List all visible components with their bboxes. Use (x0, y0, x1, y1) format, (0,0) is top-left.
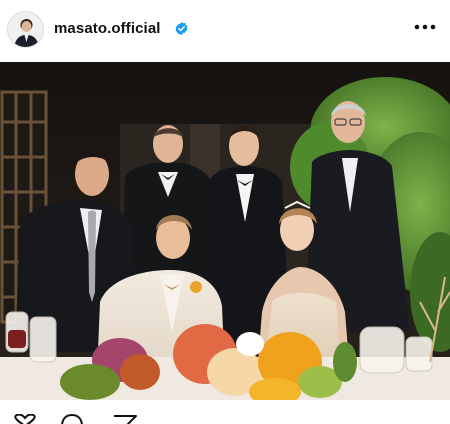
post-image[interactable] (0, 62, 450, 400)
comment-icon[interactable] (60, 414, 84, 424)
avatar[interactable] (7, 11, 44, 48)
more-horizontal-icon[interactable] (412, 17, 438, 37)
send-icon[interactable] (112, 414, 138, 424)
post-header: masato.official (0, 0, 450, 58)
heart-icon[interactable] (12, 414, 38, 424)
action-bar (0, 400, 450, 424)
username[interactable]: masato.official (54, 20, 161, 37)
verified-badge-icon (175, 21, 188, 36)
